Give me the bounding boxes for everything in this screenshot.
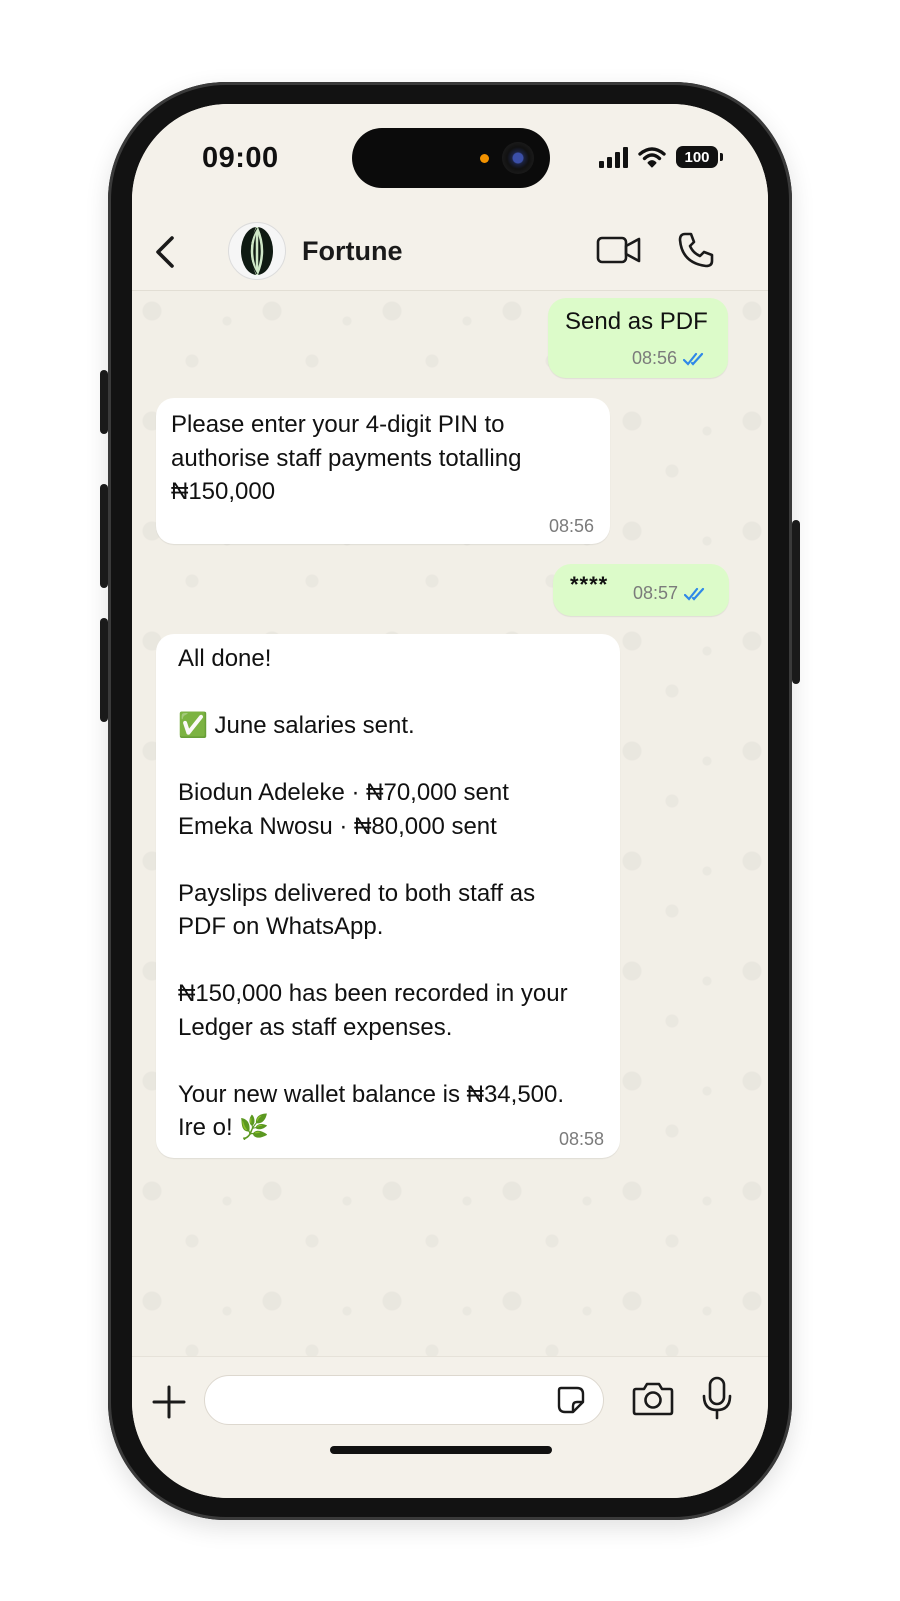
status-time: 09:00 <box>202 142 279 174</box>
message-meta: 08:58 <box>559 1129 604 1150</box>
status-bar: 09:00 100 <box>132 104 768 214</box>
plus-icon[interactable] <box>150 1383 188 1421</box>
battery-level: 100 <box>684 148 710 166</box>
message-time: 08:56 <box>548 516 594 536</box>
status-icons: 100 <box>599 146 723 168</box>
volume-down-button <box>100 618 108 722</box>
contact-name[interactable]: Fortune <box>302 236 403 267</box>
sticker-icon[interactable] <box>555 1384 587 1416</box>
phone-frame: 09:00 100 Fortune Send as PDF 08:56 Plea… <box>100 82 800 1520</box>
message-time: 08:57 <box>633 583 679 603</box>
message-text: All done! ✅ June salaries sent. Biodun A… <box>178 645 568 1141</box>
camera-icon[interactable] <box>632 1379 674 1417</box>
fortune-logo <box>241 227 273 275</box>
privacy-indicator-dot <box>480 154 489 163</box>
video-camera-icon[interactable] <box>596 232 642 268</box>
front-camera <box>502 142 534 174</box>
message-input-bar <box>132 1356 768 1498</box>
phone-icon[interactable] <box>676 230 716 270</box>
double-check-icon <box>683 352 704 366</box>
action-button <box>100 370 108 434</box>
home-indicator[interactable] <box>330 1446 552 1454</box>
chat-area: Send as PDF 08:56 Please enter your 4-di… <box>132 291 768 1356</box>
message-text: Please enter your 4-digit PIN to authori… <box>171 411 522 505</box>
power-button <box>792 520 800 684</box>
dynamic-island <box>352 128 550 188</box>
message-bubble-outgoing[interactable]: Send as PDF 08:56 <box>548 298 728 378</box>
message-input[interactable] <box>204 1375 604 1425</box>
avatar[interactable] <box>228 222 286 280</box>
message-meta: 08:57 <box>633 583 710 604</box>
message-meta: 08:56 <box>549 516 594 537</box>
cellular-signal-icon <box>599 146 628 168</box>
message-text: Send as PDF <box>565 308 708 335</box>
volume-up-button <box>100 484 108 588</box>
message-bubble-outgoing[interactable]: **** 08:57 <box>553 564 729 616</box>
message-bubble-incoming[interactable]: All done! ✅ June salaries sent. Biodun A… <box>156 634 620 1158</box>
wifi-icon <box>638 147 666 168</box>
message-time: 08:58 <box>558 1129 604 1149</box>
message-time: 08:56 <box>632 348 678 368</box>
chat-header: Fortune <box>132 214 768 291</box>
microphone-icon[interactable] <box>700 1375 734 1421</box>
phone-screen: 09:00 100 Fortune Send as PDF 08:56 Plea… <box>132 104 768 1498</box>
battery-icon: 100 <box>676 146 723 168</box>
message-text: **** <box>570 572 609 597</box>
double-check-icon <box>684 587 705 601</box>
message-meta: 08:56 <box>632 348 709 369</box>
chevron-left-icon[interactable] <box>146 232 186 272</box>
message-bubble-incoming[interactable]: Please enter your 4-digit PIN to authori… <box>156 398 610 544</box>
